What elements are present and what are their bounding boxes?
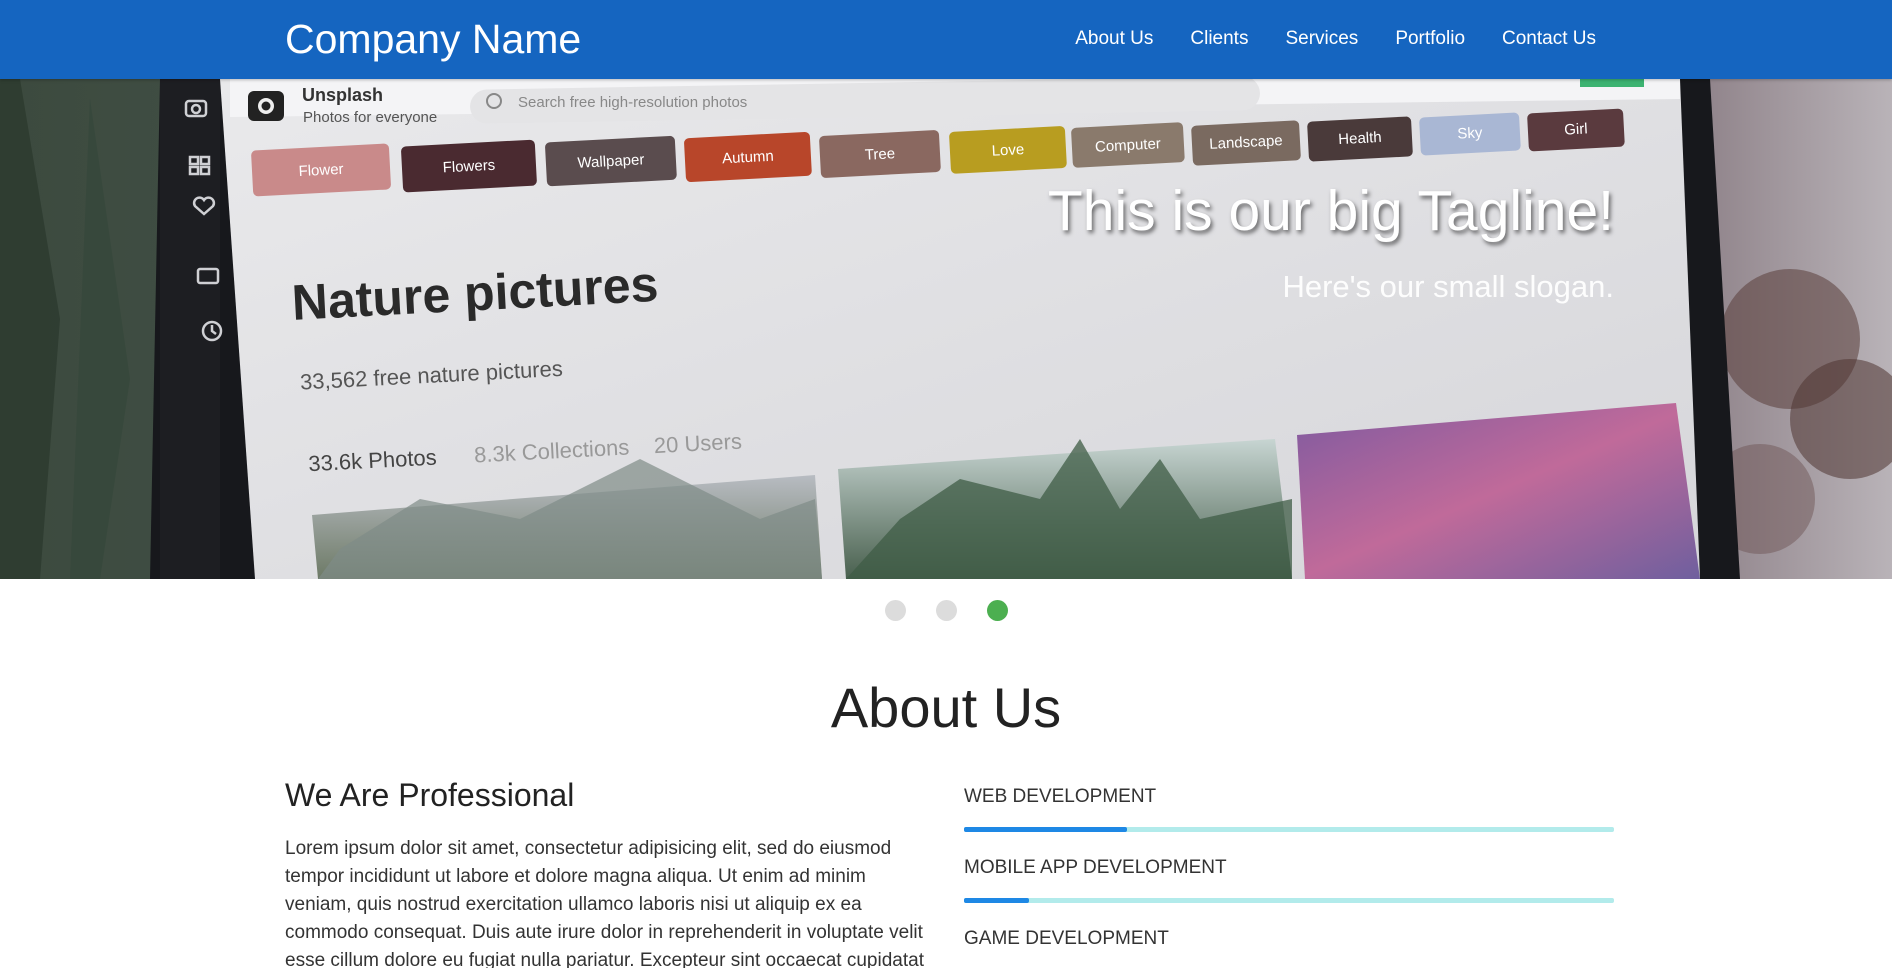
screen-search-placeholder: Search free high-resolution photos [518, 94, 747, 111]
skill-progress-fill [964, 898, 1029, 903]
section-title-about: About Us [830, 676, 1062, 739]
skill-progress-bar [964, 898, 1614, 903]
skill-item: MOBILE APP DEVELOPMENT [964, 857, 1614, 928]
hero-tagline: This is our big Tagline! [1047, 179, 1614, 243]
screen-tag-girl: Girl [1564, 120, 1588, 138]
nav-link-services[interactable]: Services [1285, 26, 1358, 52]
about-subtitle: We Are Professional [285, 777, 575, 813]
screen-tag-tree: Tree [864, 145, 895, 164]
nav-menu: About Us Clients Services Portfolio Cont… [1075, 26, 1596, 52]
screen-tag-sky: Sky [1457, 124, 1483, 142]
screen-stat-users: 20 Users [653, 429, 742, 459]
skill-label: GAME DEVELOPMENT [964, 928, 1169, 949]
screen-site-subtitle: Photos for everyone [303, 109, 437, 126]
skill-progress-fill [964, 827, 1127, 832]
skill-item: GAME DEVELOPMENT [964, 928, 1614, 968]
carousel-dot-2[interactable] [935, 600, 957, 621]
hero-slogan: Here's our small slogan. [1282, 269, 1614, 304]
carousel-dot-1[interactable] [884, 600, 906, 621]
screen-tag-flower: Flower [298, 161, 344, 180]
screen-tag-computer: Computer [1095, 135, 1162, 155]
about-body-text: Lorem ipsum dolor sit amet, consectetur … [285, 838, 924, 968]
top-navbar: Company Name About Us Clients Services P… [0, 0, 1892, 79]
hero-background-image: Unsplash Photos for everyone Search free… [0, 79, 1892, 579]
nav-link-about-us[interactable]: About Us [1075, 26, 1153, 52]
skill-progress-bar [964, 827, 1614, 832]
screen-tag-love: Love [991, 141, 1024, 160]
skill-label: WEB DEVELOPMENT [964, 786, 1157, 807]
carousel-dot-3[interactable] [986, 600, 1008, 621]
brand-logo[interactable]: Company Name [285, 16, 581, 62]
hero-caption: This is our big Tagline! Here's our smal… [1048, 179, 1614, 305]
screen-tag-flowers: Flowers [442, 157, 495, 177]
hero-carousel-slide: Unsplash Photos for everyone Search free… [0, 79, 1892, 579]
nav-link-clients[interactable]: Clients [1190, 26, 1248, 52]
screen-tag-autumn: Autumn [722, 148, 775, 168]
screen-tag-health: Health [1338, 129, 1382, 148]
about-text-column: We Are Professional Lorem ipsum dolor si… [285, 776, 925, 968]
skill-item: WEB DEVELOPMENT [964, 786, 1614, 857]
carousel-indicators [0, 600, 1892, 621]
screen-tag-wallpaper: Wallpaper [577, 151, 645, 171]
skills-column: WEB DEVELOPMENT MOBILE APP DEVELOPMENT G… [964, 786, 1614, 968]
nav-link-portfolio[interactable]: Portfolio [1395, 26, 1465, 52]
nav-link-contact-us[interactable]: Contact Us [1502, 26, 1596, 52]
screen-site-name: Unsplash [302, 85, 383, 105]
skill-label: MOBILE APP DEVELOPMENT [964, 857, 1227, 878]
